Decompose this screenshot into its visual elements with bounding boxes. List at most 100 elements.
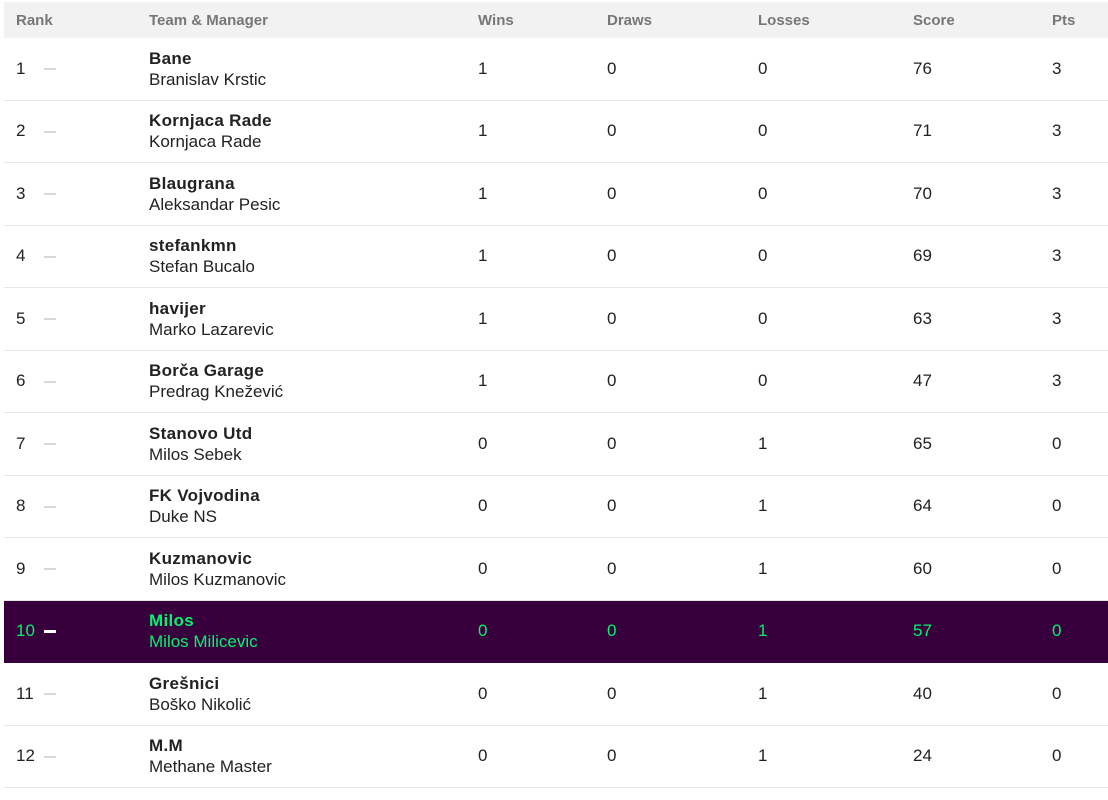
manager-name: Methane Master [149, 757, 272, 777]
table-row[interactable]: 11 Grešnici Boško Nikolić 0 0 1 40 0 [4, 663, 1108, 726]
table-row[interactable]: 5 havijer Marko Lazarevic 1 0 0 63 3 [4, 288, 1108, 351]
rank-cell: 9 [4, 559, 149, 579]
manager-name: Boško Nikolić [149, 694, 252, 714]
rank-no-change-icon [44, 68, 56, 71]
rank-no-change-icon [44, 380, 56, 383]
team-name-link[interactable]: havijer [149, 298, 478, 319]
team-manager-cell: Stanovo Utd Milos Sebek [149, 423, 478, 465]
wins-cell: 1 [478, 183, 488, 203]
draws-cell: 0 [607, 246, 617, 266]
losses-cell: 1 [758, 683, 768, 703]
wins-cell: 0 [478, 683, 488, 703]
team-name-link[interactable]: Milos [149, 610, 478, 631]
losses-cell: 1 [758, 746, 768, 766]
losses-cell: 1 [758, 433, 768, 453]
header-team-manager[interactable]: Team & Manager [149, 12, 478, 29]
rank-cell: 4 [4, 246, 149, 266]
manager-name: Kornjaca Rade [149, 132, 262, 152]
team-name-link[interactable]: Grešnici [149, 673, 478, 694]
losses-cell: 0 [758, 183, 768, 203]
draws-cell: 0 [607, 58, 617, 78]
wins-cell: 0 [478, 558, 488, 578]
wins-cell: 0 [478, 621, 488, 641]
wins-cell: 0 [478, 746, 488, 766]
losses-cell: 0 [758, 246, 768, 266]
draws-cell: 0 [607, 746, 617, 766]
draws-cell: 0 [607, 496, 617, 516]
pts-cell: 0 [1052, 496, 1062, 516]
table-row[interactable]: 6 Borča Garage Predrag Knežević 1 0 0 47… [4, 351, 1108, 413]
wins-cell: 1 [478, 246, 488, 266]
header-score[interactable]: Score [913, 12, 1052, 29]
header-losses[interactable]: Losses [758, 12, 913, 29]
header-draws[interactable]: Draws [607, 12, 758, 29]
manager-name: Predrag Knežević [149, 382, 284, 402]
pts-cell: 0 [1052, 558, 1062, 578]
table-row[interactable]: 10 Milos Milos Milicevic 0 0 1 57 0 [4, 600, 1108, 663]
pts-cell: 0 [1052, 433, 1062, 453]
draws-cell: 0 [607, 621, 617, 641]
table-row[interactable]: 7 Stanovo Utd Milos Sebek 0 0 1 65 0 [4, 413, 1108, 476]
manager-name: Branislav Krstic [149, 69, 267, 89]
team-manager-cell: havijer Marko Lazarevic [149, 298, 478, 340]
table-row[interactable]: 4 stefankmn Stefan Bucalo 1 0 0 69 3 [4, 226, 1108, 288]
header-rank[interactable]: Rank [4, 12, 149, 29]
table-row[interactable]: 12 M.M Methane Master 0 0 1 24 0 [4, 726, 1108, 788]
team-manager-cell: stefankmn Stefan Bucalo [149, 235, 478, 277]
team-name-link[interactable]: FK Vojvodina [149, 485, 478, 506]
rank-number: 11 [16, 683, 34, 703]
rank-number: 3 [16, 183, 26, 203]
score-cell: 70 [913, 183, 932, 203]
rank-cell: 6 [4, 371, 149, 391]
team-name-link[interactable]: Kuzmanovic [149, 548, 478, 569]
pts-cell: 3 [1052, 121, 1062, 141]
wins-cell: 1 [478, 121, 488, 141]
team-name-link[interactable]: stefankmn [149, 235, 478, 256]
header-pts[interactable]: Pts [1052, 12, 1108, 29]
manager-name: Marko Lazarevic [149, 319, 274, 339]
rank-no-change-icon [44, 755, 56, 758]
draws-cell: 0 [607, 433, 617, 453]
rank-number: 12 [16, 746, 35, 766]
losses-cell: 0 [758, 58, 768, 78]
rank-number: 9 [16, 558, 26, 578]
rank-number: 8 [16, 496, 26, 516]
score-cell: 47 [913, 371, 932, 391]
draws-cell: 0 [607, 371, 617, 391]
team-name-link[interactable]: M.M [149, 735, 478, 756]
header-wins[interactable]: Wins [478, 12, 607, 29]
rank-no-change-icon [44, 255, 56, 258]
score-cell: 69 [913, 246, 932, 266]
rank-cell: 8 [4, 496, 149, 516]
score-cell: 40 [913, 683, 932, 703]
rank-cell: 12 [4, 746, 149, 766]
rank-no-change-icon [44, 693, 56, 696]
team-manager-cell: Borča Garage Predrag Knežević [149, 360, 478, 402]
rank-number: 6 [16, 371, 26, 391]
manager-name: Stefan Bucalo [149, 257, 255, 277]
manager-name: Aleksandar Pesic [149, 194, 281, 214]
rank-number: 5 [16, 308, 26, 328]
table-row[interactable]: 1 Bane Branislav Krstic 1 0 0 76 3 [4, 38, 1108, 101]
team-manager-cell: Blaugrana Aleksandar Pesic [149, 173, 478, 215]
rank-cell: 3 [4, 184, 149, 204]
team-manager-cell: Milos Milos Milicevic [149, 610, 478, 652]
team-manager-cell: Kuzmanovic Milos Kuzmanovic [149, 548, 478, 590]
table-row[interactable]: 3 Blaugrana Aleksandar Pesic 1 0 0 70 3 [4, 163, 1108, 226]
team-name-link[interactable]: Blaugrana [149, 173, 478, 194]
rank-number: 2 [16, 121, 26, 141]
table-row[interactable]: 8 FK Vojvodina Duke NS 0 0 1 64 0 [4, 476, 1108, 538]
team-name-link[interactable]: Stanovo Utd [149, 423, 478, 444]
team-name-link[interactable]: Borča Garage [149, 360, 478, 381]
score-cell: 71 [913, 121, 932, 141]
team-name-link[interactable]: Bane [149, 48, 478, 69]
rank-number: 4 [16, 246, 26, 266]
rank-cell: 5 [4, 309, 149, 329]
table-row[interactable]: 9 Kuzmanovic Milos Kuzmanovic 0 0 1 60 0 [4, 538, 1108, 601]
table-row[interactable]: 2 Kornjaca Rade Kornjaca Rade 1 0 0 71 3 [4, 101, 1108, 163]
rank-no-change-icon [44, 443, 56, 446]
manager-name: Milos Kuzmanovic [149, 569, 286, 589]
team-name-link[interactable]: Kornjaca Rade [149, 110, 478, 131]
losses-cell: 0 [758, 371, 768, 391]
rank-no-change-icon [44, 130, 56, 133]
